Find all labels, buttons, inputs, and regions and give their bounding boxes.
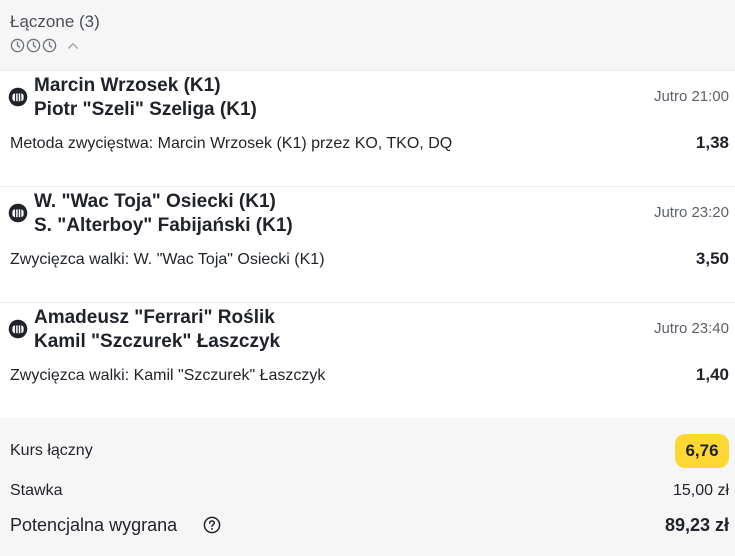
help-icon[interactable] — [203, 516, 221, 534]
clock-icon — [42, 38, 57, 53]
market-selection: Zwycięzca walki: W. "Wac Toja" Osiecki (… — [10, 251, 325, 268]
mma-icon — [8, 203, 28, 223]
market-selection: Metoda zwycięstwa: Marcin Wrzosek (K1) p… — [10, 135, 453, 152]
selection-odds: 1,40 — [695, 365, 729, 384]
bet-item[interactable]: W. "Wac Toja" Osiecki (K1) S. "Alterboy"… — [0, 186, 735, 303]
clock-icons — [10, 38, 80, 53]
team-2-name: S. "Alterboy" Fabijański (K1) — [34, 215, 293, 236]
event-teams: Marcin Wrzosek (K1) Piotr "Szeli" Szelig… — [34, 74, 257, 122]
team-1-name: Marcin Wrzosek (K1) — [34, 75, 221, 96]
event-time: Jutro 21:00 — [653, 88, 729, 105]
team-2-name: Kamil "Szczurek" Łaszczyk — [34, 331, 281, 352]
betslip-summary: Kurs łączny 6,76 Stawka 15,00 zł Potencj… — [0, 418, 735, 556]
total-odds-badge: 6,76 — [675, 434, 729, 468]
selection-odds: 1,38 — [695, 133, 729, 152]
team-1-name: Amadeusz "Ferrari" Roślik — [34, 307, 275, 328]
mma-icon — [8, 319, 28, 339]
betslip-title: Łączone (3) — [10, 12, 100, 31]
selection-odds: 3,50 — [695, 249, 729, 268]
clock-icon — [26, 38, 41, 53]
total-odds-label: Kurs łączny — [10, 442, 93, 459]
bet-item[interactable]: Marcin Wrzosek (K1) Piotr "Szeli" Szelig… — [0, 70, 735, 187]
event-time: Jutro 23:20 — [653, 204, 729, 221]
team-2-name: Piotr "Szeli" Szeliga (K1) — [34, 99, 257, 120]
potential-win-label: Potencjalna wygrana — [10, 515, 178, 535]
event-time: Jutro 23:40 — [653, 320, 729, 337]
bet-item[interactable]: Amadeusz "Ferrari" Roślik Kamil "Szczure… — [0, 302, 735, 419]
potential-win-value: 89,23 zł — [664, 515, 729, 535]
betslip-header: Łączone (3) — [0, 0, 735, 70]
event-teams: W. "Wac Toja" Osiecki (K1) S. "Alterboy"… — [34, 190, 293, 238]
stake-label: Stawka — [10, 482, 63, 499]
event-teams: Amadeusz "Ferrari" Roślik Kamil "Szczure… — [34, 306, 280, 354]
stake-value: 15,00 zł — [672, 482, 729, 499]
chevron-up-icon[interactable] — [66, 39, 80, 53]
mma-icon — [8, 87, 28, 107]
clock-icon — [10, 38, 25, 53]
market-selection: Zwycięzca walki: Kamil "Szczurek" Łaszcz… — [10, 367, 326, 384]
team-1-name: W. "Wac Toja" Osiecki (K1) — [34, 191, 276, 212]
